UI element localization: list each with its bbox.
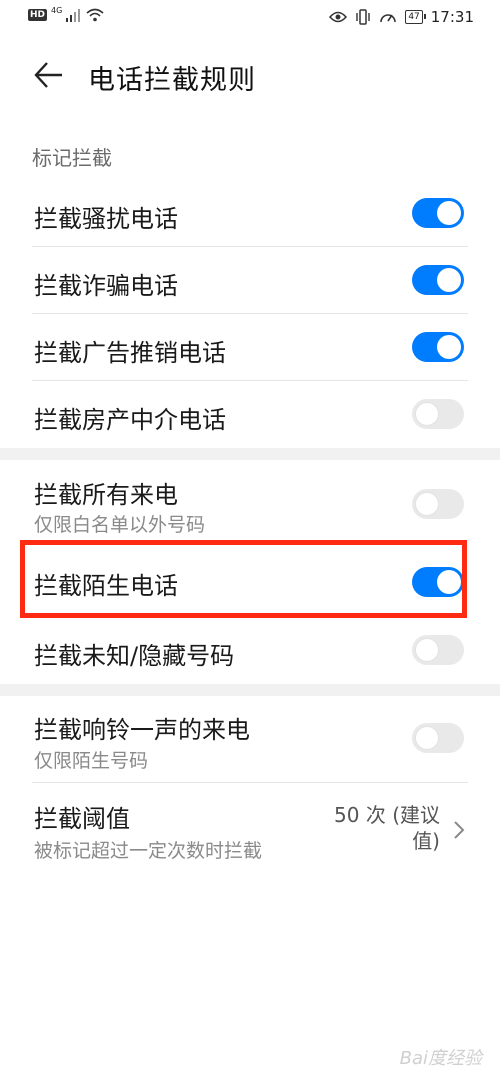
- toggle-knob: [415, 726, 439, 750]
- eye-icon: [329, 11, 348, 23]
- setting-row-advertising[interactable]: 拦截广告推销电话: [0, 314, 500, 380]
- toggle-knob: [437, 268, 461, 292]
- toggle-switch[interactable]: [412, 332, 464, 362]
- setting-row-all-calls[interactable]: 拦截所有来电 仅限白名单以外号码: [0, 460, 500, 540]
- battery-icon: 47: [405, 10, 427, 24]
- toggle-knob: [437, 201, 461, 225]
- toggle-switch[interactable]: [412, 489, 464, 519]
- header: 电话拦截规则: [0, 50, 500, 100]
- status-bar: HD 4G 47 17:31: [0, 0, 500, 36]
- section-label-mark: 标记拦截: [32, 146, 112, 170]
- signal-icon: [66, 9, 81, 22]
- status-right: 47 17:31: [329, 8, 474, 26]
- setting-subtitle: 被标记超过一定次数时拦截: [34, 840, 263, 862]
- setting-label: 拦截诈骗电话: [34, 272, 178, 300]
- status-left: HD 4G: [28, 5, 104, 22]
- setting-label: 拦截响铃一声的来电: [34, 716, 250, 744]
- toggle-switch[interactable]: [412, 635, 464, 665]
- setting-subtitle: 仅限白名单以外号码: [34, 514, 206, 536]
- toggle-switch[interactable]: [412, 198, 464, 228]
- threshold-value-line1: 50 次 (建议: [334, 803, 440, 827]
- toggle-switch[interactable]: [412, 399, 464, 429]
- threshold-value-line2: 值): [412, 829, 440, 853]
- section-gap: [0, 684, 500, 696]
- toggle-knob: [415, 638, 439, 662]
- setting-label: 拦截房产中介电话: [34, 406, 226, 434]
- chevron-right-icon[interactable]: [452, 820, 466, 840]
- toggle-knob: [415, 492, 439, 516]
- back-arrow-icon[interactable]: [32, 58, 66, 92]
- setting-label: 拦截阈值: [34, 805, 130, 833]
- setting-row-real-estate[interactable]: 拦截房产中介电话: [0, 381, 500, 447]
- setting-subtitle: 仅限陌生号码: [34, 750, 149, 772]
- setting-label: 拦截骚扰电话: [34, 205, 178, 233]
- section-gap: [0, 448, 500, 460]
- hd-badge: HD: [28, 9, 48, 21]
- setting-label: 拦截所有来电: [34, 481, 178, 509]
- wifi-icon: [86, 8, 104, 22]
- setting-row-unknown[interactable]: 拦截未知/隐藏号码: [0, 618, 500, 684]
- toggle-switch[interactable]: [412, 265, 464, 295]
- threshold-value: 50 次 (建议 值): [300, 802, 440, 854]
- setting-row-fraud[interactable]: 拦截诈骗电话: [0, 247, 500, 313]
- setting-label: 拦截未知/隐藏号码: [34, 642, 235, 670]
- vibrate-icon: [356, 9, 371, 25]
- page-title: 电话拦截规则: [88, 65, 256, 96]
- setting-row-harassment[interactable]: 拦截骚扰电话: [0, 180, 500, 246]
- highlight-box: [20, 540, 467, 618]
- setting-label: 拦截广告推销电话: [34, 339, 226, 367]
- toggle-switch[interactable]: [412, 723, 464, 753]
- toggle-knob: [415, 402, 439, 426]
- status-time: 17:31: [430, 8, 474, 26]
- network-type: 4G: [51, 5, 63, 15]
- speedometer-icon: [380, 14, 397, 23]
- watermark: Bai度经验: [399, 1048, 482, 1069]
- setting-row-one-ring[interactable]: 拦截响铃一声的来电 仅限陌生号码: [0, 696, 500, 782]
- toggle-knob: [437, 335, 461, 359]
